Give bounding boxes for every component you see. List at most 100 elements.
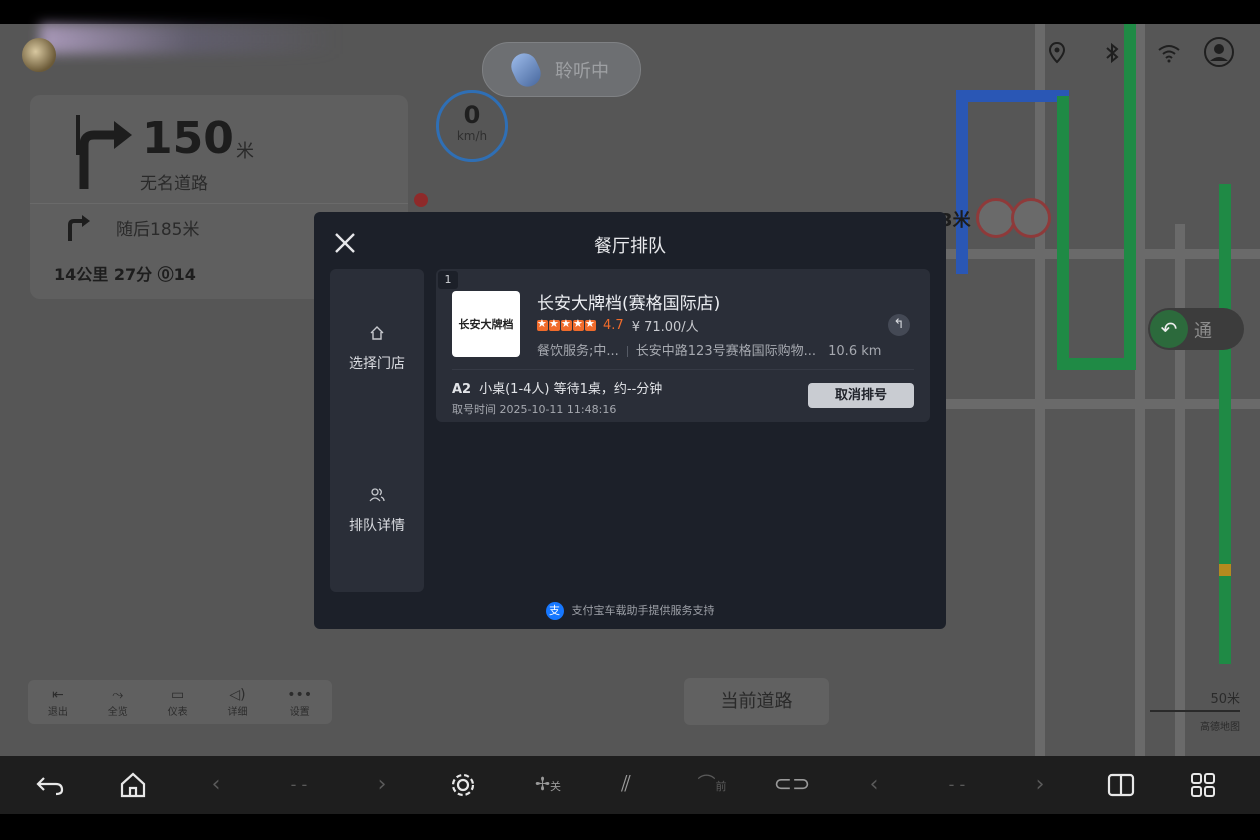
traffic-light-icon	[976, 198, 1016, 238]
next-turn-right-icon	[68, 215, 90, 241]
ticket-time: 取号时间 2025-10-11 11:48:16	[452, 403, 617, 416]
dialog-title: 餐厅排队	[594, 236, 666, 257]
voice-status-label: 聆听中	[555, 60, 609, 82]
car-air-circulation-icon[interactable]: ⊂⊃	[772, 770, 812, 800]
queue-info: A2 小桌(1-4人) 等待1桌，约--分钟	[452, 378, 662, 397]
service-footer: 支支付宝车载助手提供服务支持	[314, 602, 946, 620]
restaurant-name: 长安大牌档(赛格国际店)	[537, 294, 721, 314]
split-screen-button[interactable]	[1105, 770, 1137, 800]
right-temperature: - -	[948, 775, 966, 794]
exit-button[interactable]: ⇤ 退出	[48, 687, 68, 718]
wifi-icon[interactable]	[1156, 40, 1182, 66]
restaurant-logo: 长安大牌档	[452, 291, 520, 357]
lane-guidance-pill[interactable]: ↶ 通	[1148, 308, 1244, 350]
divider	[30, 203, 408, 204]
front-defrost-button[interactable]: ⌒前	[692, 770, 732, 800]
star-icon	[561, 317, 572, 331]
star-icon	[585, 317, 596, 331]
assistant-logo[interactable]	[22, 38, 56, 72]
right-chevron-icon[interactable]: ›	[1024, 770, 1056, 800]
compass-icon[interactable]	[414, 193, 428, 207]
car-settings-button[interactable]	[447, 770, 479, 800]
system-dock: ‹ - - › ✢关 ⫽ ⌒前 ⊂⊃ ‹ - - ›	[0, 756, 1260, 814]
seat-heating-icon[interactable]: ⫽	[610, 770, 642, 800]
map-source: 高德地图	[1200, 722, 1240, 733]
sidebar-label: 选择门店	[349, 356, 405, 372]
footer-text: 支付宝车载助手提供服务支持	[571, 604, 715, 617]
defrost-front-label: 前	[715, 780, 727, 793]
detail-button[interactable]: ◁) 详细	[227, 687, 247, 718]
bluetooth-icon[interactable]	[1099, 40, 1125, 66]
map-scale: 50米 高德地图	[1150, 688, 1240, 733]
cancel-queue-button[interactable]: 取消排号	[808, 383, 914, 408]
navigate-route-icon[interactable]: ↰	[888, 314, 910, 336]
restaurant-queue-dialog: 餐厅排队 选择门店 排队详情 1 长安大牌档 长安大牌档(赛格国际店) 4.7 …	[314, 212, 946, 629]
restaurant-address: 长安中路123号赛格国际购物...	[635, 344, 816, 359]
overview-icon: ⤳	[112, 686, 124, 703]
u-turn-icon: ↶	[1150, 310, 1188, 348]
left-temperature: - -	[290, 775, 308, 794]
divider	[452, 369, 914, 370]
star-icon	[549, 317, 560, 331]
more-icon: •••	[287, 686, 313, 703]
app-grid-button[interactable]	[1187, 770, 1219, 800]
grid-icon	[1191, 773, 1215, 797]
rating-score: 4.7	[603, 318, 624, 333]
dashboard-icon: ▭	[170, 686, 185, 703]
location-icon[interactable]	[1044, 40, 1070, 66]
user-avatar-icon[interactable]	[1203, 36, 1235, 68]
turn-distance-unit: 米	[236, 141, 254, 162]
restaurant-distance: 10.6 km	[828, 344, 882, 359]
back-icon	[36, 777, 64, 796]
restaurant-logo-text: 长安大牌档	[458, 318, 514, 331]
lane-guidance-label: 通	[1194, 321, 1212, 342]
queue-ticket-card[interactable]: 1 长安大牌档 长安大牌档(赛格国际店) 4.7 ¥ 71.00/人 餐饮服务;…	[436, 269, 930, 422]
average-price: ¥ 71.00/人	[631, 320, 699, 335]
star-icon	[537, 317, 548, 331]
trip-summary: 14公里 27分 ⓪14	[54, 265, 196, 284]
alipay-icon: 支	[545, 602, 564, 620]
bottom-bezel	[0, 814, 1260, 840]
home-icon	[330, 325, 424, 345]
follow-up-instruction: 随后185米	[116, 220, 200, 240]
home-button[interactable]	[117, 770, 149, 800]
right-chevron-icon[interactable]: ›	[366, 770, 398, 800]
queue-wait-text: 小桌(1-4人) 等待1桌，约--分钟	[479, 382, 663, 397]
exit-label: 退出	[47, 706, 68, 718]
sidebar-item-select-store[interactable]: 选择门店	[330, 325, 424, 373]
settings-label: 设置	[289, 706, 310, 718]
queue-number: A2	[452, 382, 472, 397]
split-screen-icon	[1107, 773, 1135, 797]
exit-icon: ⇤	[52, 686, 64, 703]
scale-label: 50米	[1210, 692, 1240, 707]
fan-button[interactable]: ✢关	[528, 770, 568, 800]
turn-right-icon	[76, 115, 132, 189]
dashboard-button[interactable]: ▭ 仪表	[168, 687, 188, 718]
fan-icon: ✢	[534, 774, 551, 795]
left-chevron-icon[interactable]: ‹	[200, 770, 232, 800]
rating-row: 4.7 ¥ 71.00/人	[537, 316, 699, 335]
overview-label: 全览	[107, 706, 128, 718]
current-road-button[interactable]: 当前道路	[684, 678, 829, 725]
people-icon	[330, 487, 424, 507]
divider	[626, 346, 628, 357]
sidebar-label: 排队详情	[349, 518, 405, 534]
road-name: 无名道路	[140, 174, 208, 194]
map-controls: ⇤ 退出 ⤳ 全览 ▭ 仪表 ◁) 详细 ••• 设置	[28, 680, 332, 724]
back-button[interactable]	[34, 770, 66, 800]
voice-assistant-pill[interactable]: 聆听中	[482, 42, 641, 97]
left-chevron-icon[interactable]: ‹	[858, 770, 890, 800]
dashboard-label: 仪表	[167, 706, 188, 718]
scale-bar	[1150, 710, 1240, 712]
star-icon	[573, 317, 584, 331]
pedestrian-crossing-icon	[1011, 198, 1051, 238]
volume-icon: ◁)	[229, 686, 246, 703]
restaurant-meta: 餐饮服务;中... 长安中路123号赛格国际购物... 10.6 km	[537, 340, 881, 359]
dialog-sidebar: 选择门店 排队详情	[330, 269, 424, 592]
gear-icon	[451, 773, 475, 797]
settings-button[interactable]: ••• 设置	[287, 687, 312, 718]
speed-value: 0	[463, 101, 481, 129]
overview-button[interactable]: ⤳ 全览	[108, 687, 128, 718]
sidebar-item-queue-detail[interactable]: 排队详情	[330, 487, 424, 535]
detail-label: 详细	[227, 706, 248, 718]
